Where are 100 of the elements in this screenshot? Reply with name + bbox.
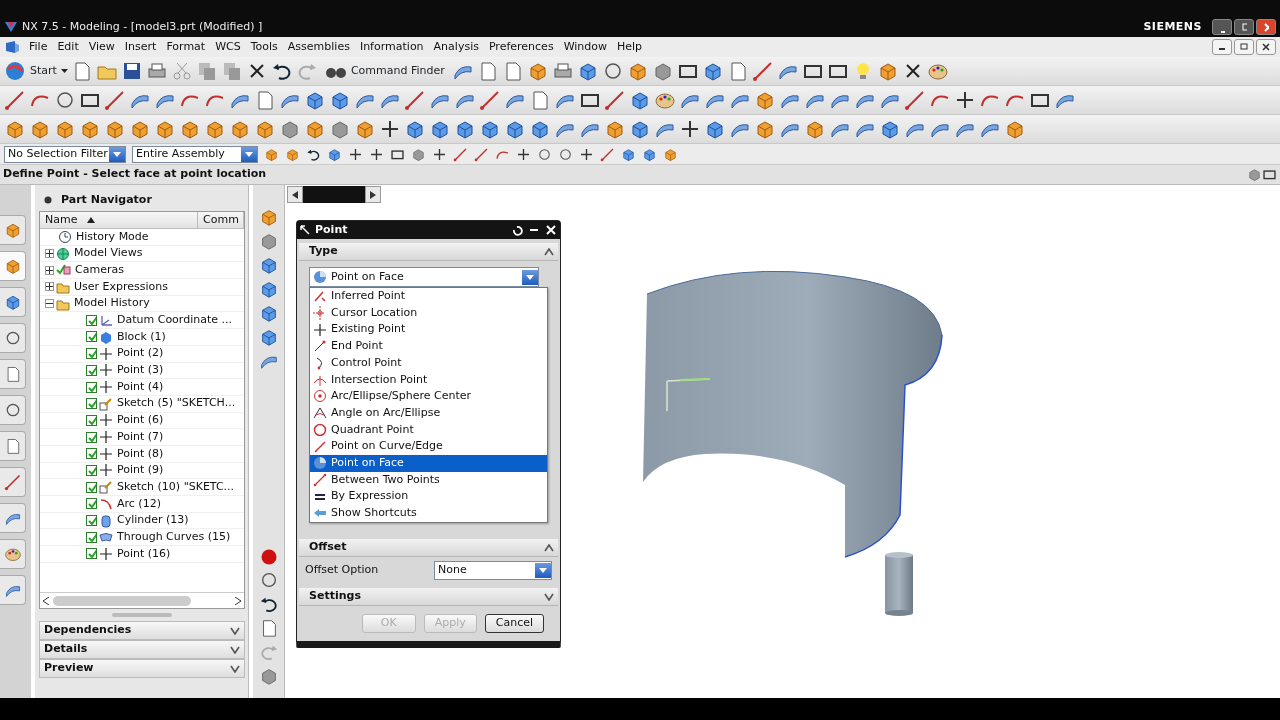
checkbox[interactable] — [86, 364, 97, 376]
tree-item[interactable]: User Expressions — [74, 278, 168, 296]
checkbox[interactable] — [86, 431, 97, 443]
tree-item[interactable]: Sketch (5) "SKETCH... — [117, 395, 236, 412]
maximize-button[interactable] — [1234, 19, 1254, 35]
checkbox[interactable] — [86, 348, 97, 360]
section-header[interactable]: Type — [299, 243, 558, 261]
plus-icon[interactable] — [579, 146, 594, 162]
menu-item[interactable]: Insert — [119, 38, 162, 56]
expand-toggle[interactable] — [45, 265, 54, 275]
checkbox[interactable] — [86, 481, 97, 493]
column-header[interactable]: Comm — [198, 212, 244, 228]
dropdown-option[interactable]: Inferred Point — [310, 288, 547, 305]
tree-item[interactable]: Cylinder (13) — [117, 512, 189, 529]
minimize-button[interactable] — [1212, 39, 1232, 55]
checkbox[interactable] — [86, 331, 97, 343]
line-icon[interactable] — [104, 89, 126, 111]
tree-item[interactable]: Point (8) — [117, 445, 164, 463]
dropdown-option[interactable]: Angle on Arc/Ellipse — [310, 404, 547, 422]
tree-item[interactable]: Model History — [74, 295, 150, 312]
tree-item[interactable]: Point (3) — [117, 362, 164, 379]
line-icon[interactable] — [904, 89, 926, 111]
dropdown-option[interactable]: Intersection Point — [310, 371, 547, 389]
menu-item[interactable]: Assemblies — [282, 38, 355, 56]
tree-item[interactable]: Point (4) — [117, 378, 164, 396]
command-finder-button[interactable]: Command Finder — [320, 62, 449, 80]
plus-icon[interactable] — [516, 146, 531, 162]
menu-item[interactable]: Format — [161, 38, 211, 56]
menu-item[interactable]: Help — [612, 38, 648, 56]
cancel-button[interactable]: Cancel — [484, 614, 544, 633]
tree-item[interactable]: Point (7) — [117, 428, 164, 446]
line-icon[interactable] — [474, 146, 489, 162]
tree-item[interactable]: Point (2) — [117, 345, 164, 362]
plus-icon[interactable] — [348, 146, 363, 162]
checkbox[interactable] — [86, 398, 97, 410]
scroll-right-button[interactable] — [365, 186, 381, 203]
plus-icon[interactable] — [369, 146, 384, 162]
dropdown-option[interactable]: Existing Point — [310, 321, 547, 339]
start-button[interactable]: Start — [4, 60, 68, 82]
menu-item[interactable]: Information — [354, 38, 429, 56]
rectangle-icon[interactable] — [1262, 167, 1277, 182]
dropdown-option[interactable]: By Expression — [310, 488, 547, 505]
panel-header[interactable]: Details — [39, 640, 245, 659]
menu-item[interactable]: View — [83, 38, 120, 56]
checkbox[interactable] — [86, 464, 97, 476]
pin-icon[interactable] — [43, 195, 53, 205]
tree-item[interactable]: Block (1) — [117, 328, 166, 346]
scissors-icon[interactable] — [170, 60, 193, 82]
scroll-right-arrow[interactable] — [235, 596, 241, 605]
type-dropdown[interactable]: Point on Face — [309, 267, 539, 287]
dropdown-button[interactable] — [241, 146, 257, 162]
checkbox[interactable] — [86, 381, 97, 393]
splitter-handle[interactable] — [112, 613, 172, 617]
tree-item[interactable]: Arc (12) — [117, 495, 161, 513]
menu-item[interactable]: Window — [558, 38, 612, 56]
selection-filter-dropdown[interactable]: No Selection Filter — [4, 145, 126, 163]
checkbox[interactable] — [86, 531, 97, 543]
panel-header[interactable]: Dependencies — [39, 621, 245, 640]
checkbox[interactable] — [86, 515, 97, 527]
circle-icon[interactable] — [54, 89, 76, 111]
scrollbar-thumb[interactable] — [53, 595, 191, 606]
record-icon[interactable] — [259, 548, 278, 566]
checkbox[interactable] — [86, 548, 97, 560]
plus-icon[interactable] — [432, 146, 447, 162]
menu-item[interactable]: File — [24, 38, 53, 56]
line-icon[interactable] — [3, 473, 22, 491]
tree-item[interactable]: Model Views — [74, 245, 143, 262]
dropdown-button[interactable] — [535, 563, 551, 578]
section-header[interactable]: Offset — [299, 539, 558, 557]
checkbox[interactable] — [86, 498, 97, 510]
close-button[interactable] — [1256, 39, 1276, 55]
dropdown-button[interactable] — [109, 146, 125, 162]
tree-item[interactable]: Point (9) — [117, 462, 164, 479]
menu-item[interactable]: Tools — [245, 38, 283, 56]
tree-item[interactable]: History Mode — [76, 228, 149, 246]
line-icon[interactable] — [751, 60, 774, 82]
tree-item[interactable]: Point (16) — [117, 545, 171, 563]
circle-icon[interactable] — [537, 146, 552, 162]
chevron-icon[interactable] — [544, 543, 554, 552]
menu-item[interactable]: Edit — [52, 38, 84, 56]
plus-icon[interactable] — [379, 118, 401, 140]
checkbox[interactable] — [86, 314, 97, 326]
close-button[interactable] — [1256, 19, 1276, 35]
chevron-icon[interactable] — [544, 592, 554, 601]
tree-item[interactable]: Through Curves (15) — [117, 528, 231, 546]
dropdown-button[interactable] — [522, 269, 538, 285]
dropdown-option[interactable]: Point on Face — [310, 454, 547, 472]
offset-option-dropdown[interactable]: None — [434, 561, 552, 580]
line-icon[interactable] — [479, 89, 501, 111]
checkbox[interactable] — [86, 414, 97, 426]
menu-item[interactable]: WCS — [210, 38, 246, 56]
dropdown-option[interactable]: Cursor Location — [310, 304, 547, 322]
dropdown-option[interactable]: End Point — [310, 338, 547, 355]
expand-toggle[interactable] — [45, 282, 54, 292]
tree-item[interactable]: Sketch (10) "SKETC... — [117, 478, 235, 496]
expand-toggle[interactable] — [45, 299, 54, 309]
plus-icon[interactable] — [954, 89, 976, 111]
menu-item[interactable]: Analysis — [428, 38, 484, 56]
dropdown-option[interactable]: Control Point — [310, 354, 547, 372]
expand-toggle[interactable] — [45, 249, 54, 259]
